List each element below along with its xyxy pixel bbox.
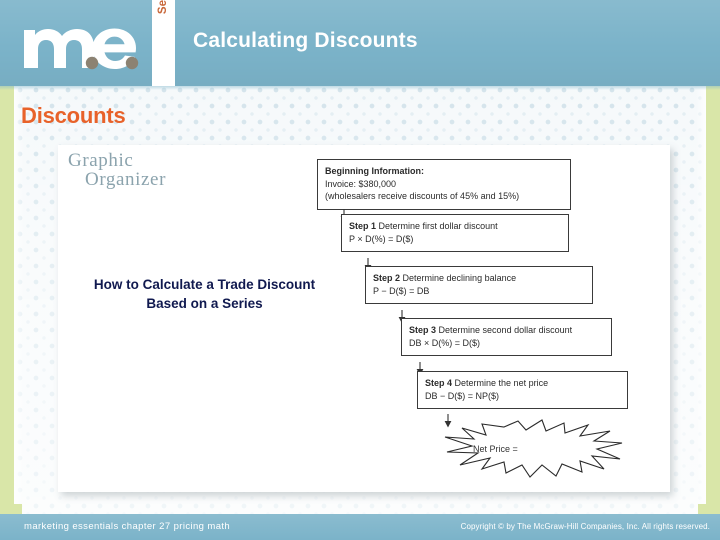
right-edge-stripe bbox=[706, 86, 720, 540]
flow-box-title: Beginning Information: bbox=[325, 166, 424, 176]
flow-box-title: Step 3 Determine second dollar discount bbox=[409, 324, 604, 337]
flow-box-step-label: Step 1 bbox=[349, 221, 377, 231]
flow-box-title: Step 2 Determine declining balance bbox=[373, 272, 585, 285]
flow-box-formula: DB × D(%) = D($) bbox=[409, 337, 481, 348]
slide-header: Section 27.2 Calculating Discounts bbox=[0, 0, 720, 86]
header-underband bbox=[0, 86, 720, 90]
right-edge-fade bbox=[696, 86, 706, 540]
slide-heading: Discounts bbox=[21, 103, 126, 128]
flow-diagram: Beginning Information: Invoice: $380,000… bbox=[58, 145, 670, 492]
flow-box-step-desc: Determine second dollar discount bbox=[438, 325, 573, 335]
flow-box-step-1: Step 1 Determine first dollar discount P… bbox=[341, 214, 569, 252]
footer-tab-right bbox=[698, 504, 720, 514]
flow-box-formula: DB − D($) = NP($) bbox=[425, 390, 500, 401]
flow-box-step-3: Step 3 Determine second dollar discount … bbox=[401, 318, 612, 356]
flow-box-line: (wholesalers receive discounts of 45% an… bbox=[325, 191, 520, 201]
footer-copyright: Copyright © by The McGraw-Hill Companies… bbox=[460, 522, 710, 531]
me-logo bbox=[22, 16, 146, 74]
flow-box-title: Step 4 Determine the net price bbox=[425, 377, 620, 390]
page-title: Calculating Discounts bbox=[193, 29, 418, 52]
slide-canvas: Section 27.2 Calculating Discounts Disco… bbox=[0, 0, 720, 540]
net-price-burst-shape bbox=[444, 419, 623, 478]
flow-box-step-label: Step 4 bbox=[425, 378, 453, 388]
flow-box-step-desc: Determine the net price bbox=[454, 378, 549, 388]
flow-box-line: Invoice: $380,000 bbox=[325, 178, 397, 189]
footer-breadcrumb: marketing essentials chapter 27 pricing … bbox=[24, 521, 231, 532]
flow-box-title: Step 1 Determine first dollar discount bbox=[349, 220, 561, 233]
flow-box-step-label: Step 2 bbox=[373, 273, 401, 283]
flow-box-step-label: Step 3 bbox=[409, 325, 437, 335]
flow-box-formula: P − D($) = DB bbox=[373, 285, 430, 296]
left-edge-fade bbox=[14, 86, 24, 540]
flow-box-formula: P × D(%) = D($) bbox=[349, 233, 414, 244]
section-label: Section 27.2 bbox=[152, 0, 175, 23]
flow-box-step-desc: Determine first dollar discount bbox=[378, 221, 498, 231]
graphic-organizer-panel: Graphic Organizer How to Calculate a Tra… bbox=[58, 145, 670, 492]
flow-box-step-4: Step 4 Determine the net price DB − D($)… bbox=[417, 371, 628, 409]
flow-box-step-2: Step 2 Determine declining balance P − D… bbox=[365, 266, 593, 304]
slide-footer: marketing essentials chapter 27 pricing … bbox=[0, 514, 720, 540]
left-edge-stripe bbox=[0, 86, 14, 540]
net-price-label: Net Price = bbox=[473, 444, 518, 454]
footer-tab-left bbox=[0, 504, 22, 514]
flow-box-beginning-information: Beginning Information: Invoice: $380,000… bbox=[317, 159, 571, 210]
flow-box-step-desc: Determine declining balance bbox=[402, 273, 517, 283]
